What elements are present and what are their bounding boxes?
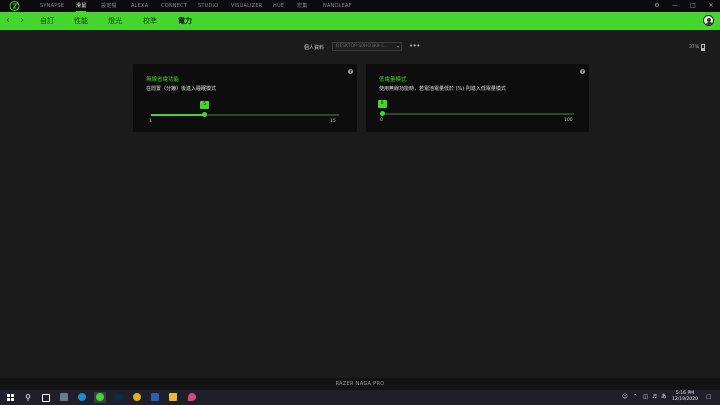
slider-max-label: 100 <box>564 118 573 123</box>
task-view-icon[interactable] <box>40 392 52 403</box>
help-icon[interactable]: ? <box>580 69 585 74</box>
device-bar: RAZER NAGA PRO <box>0 378 720 390</box>
wireless-power-saving-card: 無線省電功能 在閒置（分鐘）後進入睡眠模式 ? 5 1 15 <box>133 64 357 132</box>
taskbar-clock[interactable]: 5:16 PM 12/19/2020 <box>670 391 700 403</box>
nav-item-visualizer[interactable]: VISUALIZER <box>231 0 262 12</box>
search-icon[interactable]: ⚲ <box>22 392 34 403</box>
sleep-timeout-slider[interactable] <box>151 112 339 117</box>
photoshop-icon[interactable] <box>113 392 125 403</box>
battery-percent: 37% <box>689 45 700 50</box>
slider-max-label: 15 <box>330 119 336 124</box>
slider-thumb[interactable] <box>379 111 385 116</box>
edge-browser-icon[interactable] <box>76 392 88 403</box>
nav-item-profiles[interactable]: 設定檔 <box>101 0 117 12</box>
card-description: 使用無線功能時，若電池電量低於 (%) 則進入低電量模式 <box>379 86 506 92</box>
minimize-icon[interactable]: — <box>666 0 684 12</box>
tab-performance[interactable]: 性能 <box>74 16 88 26</box>
slider-thumb[interactable] <box>202 112 208 117</box>
back-arrow-icon[interactable]: ‹ <box>6 15 10 27</box>
card-title: 低電量模式 <box>379 77 407 83</box>
chevron-down-icon: ▾ <box>396 44 399 49</box>
low-power-mode-card: 低電量模式 使用無線功能時，若電池電量低於 (%) 則進入低電量模式 ? 0 0… <box>366 64 589 132</box>
nav-item-nanoleaf[interactable]: NANOLEAF <box>323 0 352 12</box>
file-explorer-icon[interactable] <box>167 392 179 403</box>
gear-icon[interactable]: ⚙ <box>648 0 666 12</box>
top-nav-bar: SYNAPSE 滑鼠 設定檔 ALEXA CONNECT STUDIO VISU… <box>0 0 720 12</box>
profile-dropdown-value: DESKTOP-S0HO3K8-E... <box>336 44 389 49</box>
nav-item-connect[interactable]: CONNECT <box>161 0 187 12</box>
calculator-icon[interactable] <box>58 392 70 403</box>
sub-nav-bar: ‹ › 自訂 性能 燈光 校準 電力 <box>0 12 720 30</box>
razer-logo-icon[interactable] <box>9 1 20 11</box>
word-icon[interactable] <box>149 392 161 403</box>
windows-taskbar: ⚲ ☺ ⌃ ◫ ♬ あ 5:16 PM 12/19/2020 □ <box>0 390 720 405</box>
language-icon[interactable]: あ <box>661 393 667 401</box>
slider-value-badge: 0 <box>377 100 387 108</box>
tab-calibration[interactable]: 校準 <box>143 16 157 26</box>
app-icon[interactable] <box>186 392 198 403</box>
card-description: 在閒置（分鐘）後進入睡眠模式 <box>146 86 217 92</box>
windows-start-icon[interactable] <box>5 392 17 403</box>
battery-icon <box>701 44 705 51</box>
volume-icon[interactable]: ♬ <box>652 393 657 401</box>
people-icon[interactable]: ☺ <box>622 393 628 401</box>
profile-label: 個人資料 <box>304 45 325 51</box>
nav-item-macro[interactable]: 宏集 <box>297 0 307 12</box>
slider-min-label: 0 <box>380 118 383 123</box>
nav-item-hue[interactable]: HUE <box>273 0 284 12</box>
tab-customize[interactable]: 自訂 <box>40 16 54 26</box>
nav-item-studio[interactable]: STUDIO <box>198 0 218 12</box>
device-name: RAZER NAGA PRO <box>335 381 385 387</box>
notification-icon[interactable]: □ <box>706 393 711 401</box>
low-power-threshold-slider[interactable] <box>379 111 574 116</box>
chrome-icon[interactable] <box>131 392 143 403</box>
maximize-icon[interactable]: □ <box>684 0 702 12</box>
razer-synapse-taskbar-icon[interactable] <box>94 392 106 403</box>
forward-arrow-icon[interactable]: › <box>20 15 24 27</box>
tab-power[interactable]: 電力 <box>178 16 192 26</box>
tray-chevron-icon[interactable]: ⌃ <box>633 393 638 401</box>
clock-date: 12/19/2020 <box>672 397 698 402</box>
slider-min-label: 1 <box>149 119 152 124</box>
help-icon[interactable]: ? <box>348 69 353 74</box>
nav-item-alexa[interactable]: ALEXA <box>131 0 148 12</box>
nav-item-synapse[interactable]: SYNAPSE <box>40 0 64 12</box>
network-icon[interactable]: ◫ <box>643 393 648 401</box>
more-options-button[interactable]: ••• <box>409 42 420 50</box>
user-avatar-icon[interactable] <box>703 15 714 26</box>
slider-value-badge: 5 <box>200 101 210 109</box>
card-title: 無線省電功能 <box>146 77 180 83</box>
close-icon[interactable]: ✕ <box>702 0 720 12</box>
profile-dropdown[interactable]: DESKTOP-S0HO3K8-E... ▾ <box>332 42 402 51</box>
tab-lighting[interactable]: 燈光 <box>108 16 122 26</box>
nav-item-mouse[interactable]: 滑鼠 <box>76 0 87 12</box>
